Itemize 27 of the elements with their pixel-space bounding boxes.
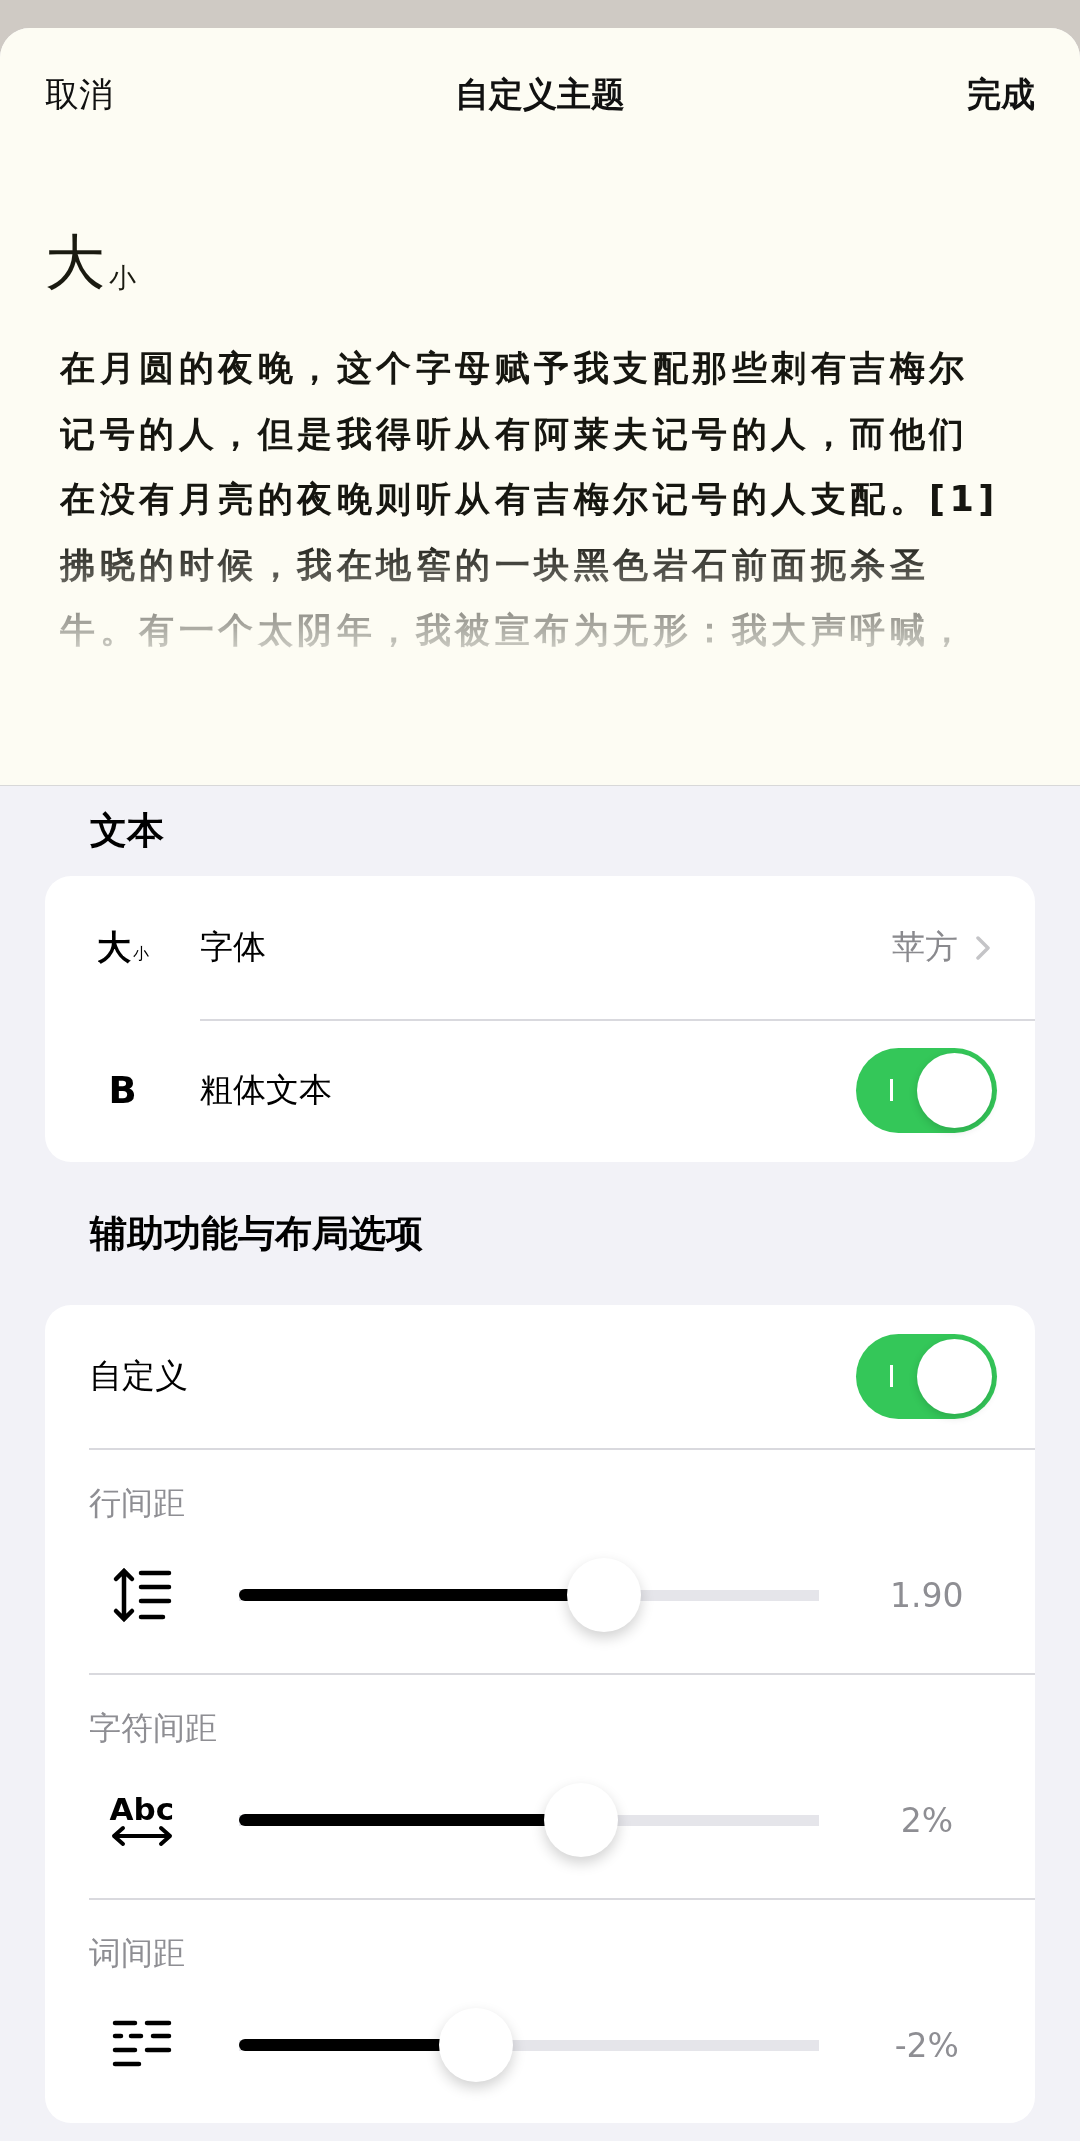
double-arrow-icon bbox=[109, 1825, 174, 1847]
slider-thumb[interactable] bbox=[543, 1783, 618, 1857]
slider-label: 字符间距 bbox=[89, 1708, 217, 1749]
bold-glyph: B bbox=[108, 1069, 137, 1112]
slider-value: 1.90 bbox=[889, 1575, 965, 1615]
row-label: 字体 bbox=[200, 926, 267, 968]
font-size-glyph-small: 小 bbox=[132, 943, 149, 965]
section-header: 辅助功能与布局选项 bbox=[88, 1210, 424, 1257]
preview-heading: 大 bbox=[45, 230, 105, 294]
preview-heading-small: 小 bbox=[109, 262, 136, 294]
row-value: 苹方 bbox=[892, 926, 958, 968]
slider-label: 行间距 bbox=[89, 1483, 185, 1524]
done-button[interactable]: 完成 bbox=[967, 72, 1035, 118]
row-label: 自定义 bbox=[89, 1355, 189, 1397]
slider-value: -2% bbox=[893, 2025, 960, 2065]
sheet-title: 自定义主题 bbox=[455, 73, 625, 116]
font-size-glyph: 大 bbox=[96, 925, 131, 969]
section-header: 文本 bbox=[89, 808, 165, 854]
row-label: 粗体文本 bbox=[200, 1069, 333, 1111]
chevron-icon bbox=[976, 935, 990, 960]
preview-paragraph: 在月圆的夜晚，这个字母赋予我支配那些刺有吉梅尔 记号的人，但是我得听从有阿莱夫记号的人，而他们 在没有月亮的夜晚则听从有吉梅尔记号的人支配。[1] 拂晓的时候，我在地窖的一块黑色岩石前面扼杀圣 牛。有一个太阴年，我被宣布为无形：我大声呼喊， bbox=[60, 347, 1000, 652]
slider-thumb[interactable] bbox=[567, 1558, 642, 1632]
slider-value: 2% bbox=[899, 1800, 954, 1840]
cancel-button[interactable]: 取消 bbox=[45, 72, 113, 118]
letter-spacing-glyph: Abc bbox=[109, 1793, 175, 1825]
slider-thumb[interactable] bbox=[439, 2008, 514, 2082]
slider-label: 词间距 bbox=[89, 1933, 185, 1974]
